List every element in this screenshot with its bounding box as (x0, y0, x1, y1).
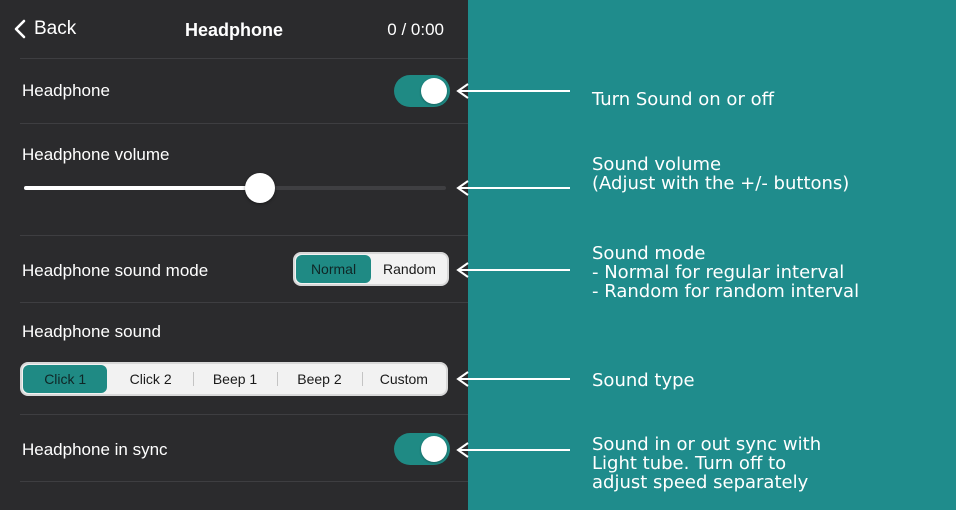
sound-mode-segmented-control: Normal Random (293, 252, 449, 286)
annotation-sound: Sound type (592, 370, 695, 391)
divider (20, 302, 468, 303)
volume-slider-fill (24, 186, 261, 190)
page-title-text: Headphone (184, 20, 283, 40)
sound-option-custom[interactable]: Custom (361, 364, 446, 394)
mode-option-random[interactable]: Random (372, 254, 447, 284)
divider (20, 481, 468, 482)
settings-panel: Back Headphone 0 / 0:00 Headphone Headph… (0, 0, 468, 510)
headphone-toggle[interactable] (394, 75, 450, 107)
sync-toggle[interactable] (394, 433, 450, 465)
volume-label: Headphone volume (22, 145, 170, 164)
sound-option-click-2[interactable]: Click 2 (108, 364, 192, 394)
sound-label: Headphone sound (22, 322, 161, 341)
divider (20, 58, 468, 59)
annotation-mode: Sound mode - Normal for regular interval… (592, 243, 860, 302)
toggle-knob (421, 78, 447, 104)
volume-slider-thumb[interactable] (245, 173, 276, 203)
toggle-knob (421, 436, 447, 462)
divider (20, 414, 468, 415)
sound-type-segmented-control: Click 1 Click 2 Beep 1 Beep 2 Custom (20, 362, 448, 396)
mode-option-normal[interactable]: Normal (296, 255, 371, 283)
arrow-left-icon (456, 262, 570, 278)
navigation-bar: Back Headphone 0 / 0:00 (0, 0, 468, 58)
sound-mode-label: Headphone sound mode (22, 261, 209, 280)
sync-label: Headphone in sync (22, 440, 168, 459)
sound-option-beep-1[interactable]: Beep 1 (192, 364, 277, 394)
volume-slider[interactable] (24, 173, 446, 203)
annotation-headphone: Turn Sound on or off (592, 89, 774, 110)
annotation-volume: Sound volume (Adjust with the +/- button… (592, 154, 850, 194)
arrow-left-icon (456, 442, 570, 458)
sound-option-beep-2[interactable]: Beep 2 (277, 364, 361, 394)
sound-option-click-1[interactable]: Click 1 (23, 365, 108, 393)
arrow-left-icon (456, 180, 570, 196)
divider (20, 235, 468, 236)
arrow-left-icon (456, 371, 570, 387)
arrow-left-icon (456, 83, 570, 99)
headphone-label: Headphone (22, 81, 110, 100)
timer-readout: 0 / 0:00 (387, 20, 444, 39)
divider (20, 123, 468, 124)
annotation-sync: Sound in or out sync with Light tube. Tu… (592, 434, 822, 493)
